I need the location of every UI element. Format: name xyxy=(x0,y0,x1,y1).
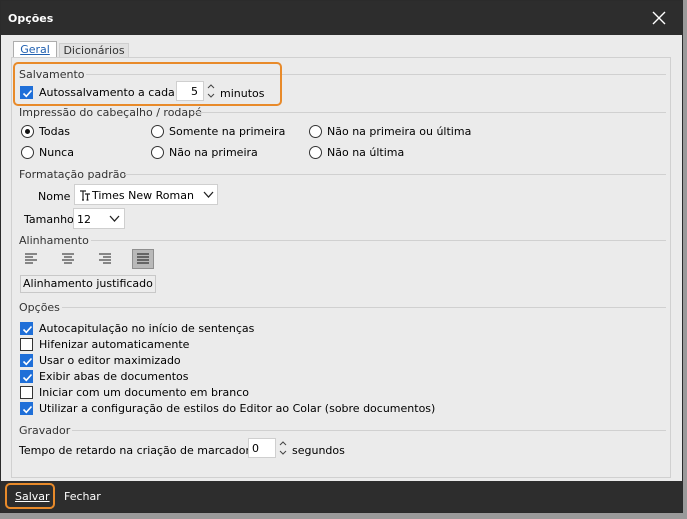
options-dialog: Opções Geral Dicionários Salvamento Auto… xyxy=(0,0,683,513)
close-button[interactable]: Fechar xyxy=(64,490,101,503)
bookmark-delay-spinner-icon[interactable] xyxy=(277,438,289,458)
align-center-icon xyxy=(62,253,74,264)
option-editor-maximizado-checkbox[interactable] xyxy=(20,354,33,367)
save-highlight xyxy=(5,483,55,509)
align-justify-icon xyxy=(137,253,149,264)
bookmark-delay-unit: segundos xyxy=(292,444,345,457)
option-abas-documentos-checkbox[interactable] xyxy=(20,370,33,383)
section-alinhamento: Alinhamento xyxy=(19,234,89,247)
radio-todas[interactable] xyxy=(21,125,34,138)
section-opcoes: Opções xyxy=(19,301,60,314)
bookmark-delay-label: Tempo de retardo na criação de marcadore… xyxy=(19,444,263,457)
radio-nunca-label: Nunca xyxy=(39,146,74,159)
align-justify-button[interactable] xyxy=(132,249,154,269)
section-formatacao: Formatação padrão xyxy=(19,168,127,181)
align-right-icon xyxy=(99,253,111,264)
option-hifenizar-checkbox[interactable] xyxy=(20,338,33,351)
truetype-font-icon xyxy=(80,190,90,201)
radio-somente-primeira[interactable] xyxy=(151,125,164,138)
option-documento-branco-checkbox[interactable] xyxy=(20,386,33,399)
radio-nao-primeira-label: Não na primeira xyxy=(169,146,258,159)
dialog-footer: Salvar Fechar xyxy=(1,481,682,512)
font-size-label: Tamanho xyxy=(24,213,74,226)
radio-todas-label: Todas xyxy=(39,125,71,138)
radio-nao-primeira-ultima-label: Não na primeira ou última xyxy=(327,125,472,138)
align-left-button[interactable] xyxy=(20,249,42,269)
font-name-select[interactable]: Times New Roman xyxy=(74,184,218,205)
option-documento-branco-label: Iniciar com um documento em branco xyxy=(39,386,250,399)
option-autocapitulacao-label: Autocapitulação no início de sentenças xyxy=(39,322,255,335)
align-left-icon xyxy=(25,253,37,264)
tab-geral[interactable]: Geral xyxy=(13,41,57,58)
align-right-button[interactable] xyxy=(94,249,116,269)
option-editor-maximizado-label: Usar o editor maximizado xyxy=(39,354,181,367)
radio-nao-primeira[interactable] xyxy=(151,146,164,159)
font-size-select[interactable]: 12 xyxy=(73,208,125,229)
radio-nao-primeira-ultima[interactable] xyxy=(309,125,322,138)
general-panel: Salvamento Autossalvamento a cada 5 minu… xyxy=(11,57,671,478)
option-estilos-colar-label: Utilizar a configuração de estilos do Ed… xyxy=(39,402,436,415)
font-name-value: Times New Roman xyxy=(92,189,194,202)
dialog-body: Geral Dicionários Salvamento Autossalvam… xyxy=(1,35,682,481)
dialog-title: Opções xyxy=(8,12,54,25)
align-center-button[interactable] xyxy=(57,249,79,269)
option-abas-documentos-label: Exibir abas de documentos xyxy=(39,370,189,383)
radio-nao-ultima-label: Não na última xyxy=(327,146,405,159)
alignment-status: Alinhamento justificado xyxy=(20,275,156,293)
bookmark-delay-input[interactable]: 0 xyxy=(248,438,276,458)
font-name-label: Nome xyxy=(38,190,71,203)
salvamento-highlight xyxy=(13,62,282,106)
close-icon[interactable] xyxy=(650,9,668,27)
title-bar: Opções xyxy=(1,1,682,35)
option-autocapitulacao-checkbox[interactable] xyxy=(20,322,33,335)
section-gravador: Gravador xyxy=(19,424,71,437)
option-estilos-colar-checkbox[interactable] xyxy=(20,402,33,415)
section-impressao: Impressão do cabeçalho / rodapé xyxy=(19,106,202,119)
tab-dicionarios[interactable]: Dicionários xyxy=(59,43,129,58)
radio-somente-primeira-label: Somente na primeira xyxy=(169,125,286,138)
radio-nao-ultima[interactable] xyxy=(309,146,322,159)
radio-nunca[interactable] xyxy=(21,146,34,159)
chevron-down-icon xyxy=(109,215,120,222)
option-hifenizar-label: Hifenizar automaticamente xyxy=(39,338,190,351)
font-size-value: 12 xyxy=(77,213,91,226)
chevron-down-icon xyxy=(203,191,214,198)
